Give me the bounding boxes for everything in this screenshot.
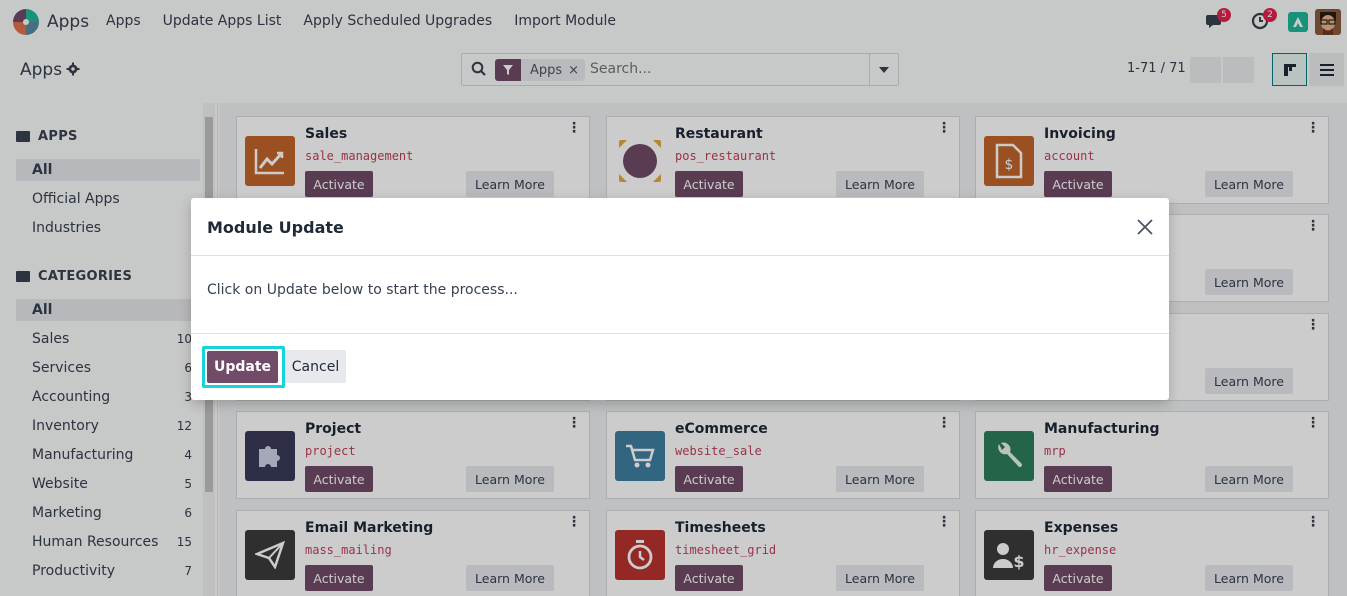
modal-body: Click on Update below to start the proce… [191,256,1169,334]
cancel-button[interactable]: Cancel [285,350,346,383]
modal-header: Module Update [191,198,1169,256]
module-update-dialog: Module Update Click on Update below to s… [191,198,1169,400]
modal-message: Click on Update below to start the proce… [207,282,518,298]
modal-title: Module Update [207,218,344,237]
modal-footer: Update Cancel [191,334,1169,400]
close-icon[interactable] [1135,217,1155,237]
update-button-highlight: Update [202,346,285,388]
update-button[interactable]: Update [207,351,278,383]
